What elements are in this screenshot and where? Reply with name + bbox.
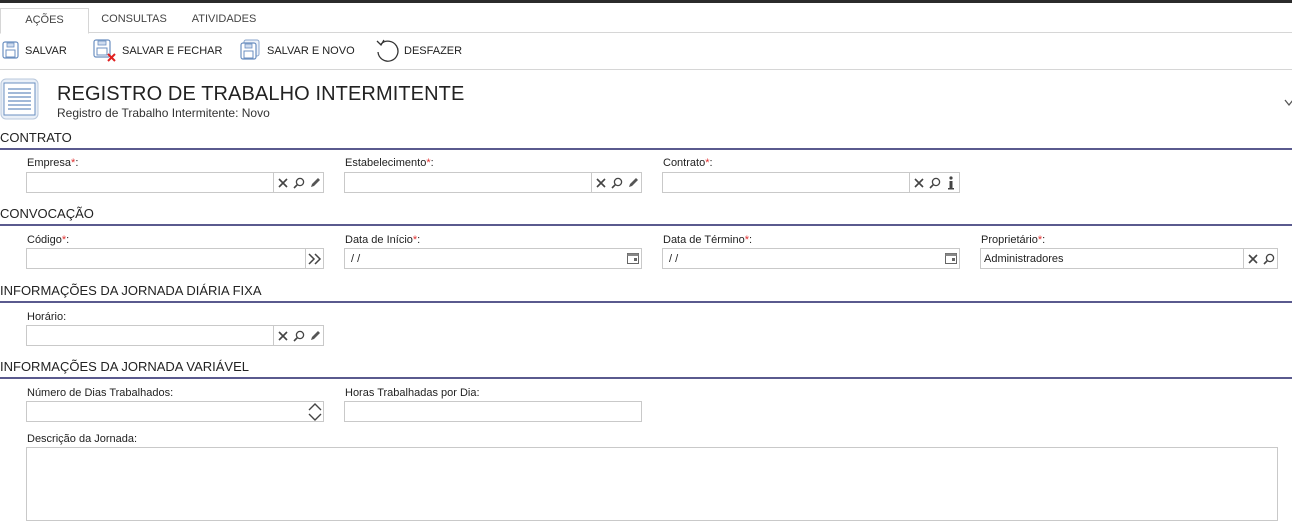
search-icon[interactable] (290, 326, 307, 345)
section-jornada-variavel: INFORMAÇÕES DA JORNADA VARIÁVEL (0, 359, 1292, 379)
label-colon: : (170, 387, 174, 399)
num-dias-label: Número de Dias Trabalhados: (27, 387, 173, 399)
label-colon: : (134, 433, 138, 445)
save-and-new-button[interactable]: SALVAR E NOVO (240, 39, 355, 63)
proprietario-field[interactable]: Administradores (980, 248, 1278, 269)
save-button[interactable]: SALVAR (2, 39, 67, 63)
save-and-close-button[interactable]: SALVAR E FECHAR (93, 38, 223, 65)
horas-dia-field[interactable] (344, 401, 642, 422)
clear-icon[interactable] (274, 326, 291, 345)
proprietario-value: Administradores (984, 253, 1064, 265)
save-icon (2, 40, 20, 63)
data-termino-field[interactable]: / / (662, 248, 960, 269)
descricao-label: Descrição da Jornada: (27, 433, 137, 445)
edit-icon[interactable] (306, 326, 323, 345)
label-colon: : (430, 157, 434, 169)
spinner-down-icon[interactable] (306, 412, 323, 422)
horas-dia-label-text: Horas Trabalhadas por Dia (345, 387, 477, 399)
clear-icon[interactable] (1244, 249, 1261, 268)
save-label: SALVAR (25, 45, 67, 57)
horario-field[interactable] (26, 325, 324, 346)
estabelecimento-label-text: Estabelecimento (345, 157, 427, 169)
codigo-label-text: Código (27, 234, 62, 246)
page-title: REGISTRO DE TRABALHO INTERMITENTE (57, 83, 465, 105)
label-colon: : (709, 157, 713, 169)
section-convocacao: CONVOCAÇÃO (0, 206, 1292, 226)
horario-label-text: Horário (27, 311, 64, 323)
section-jornada-fixa-title: INFORMAÇÕES DA JORNADA DIÁRIA FIXA (0, 283, 262, 298)
save-close-icon (93, 38, 117, 65)
num-dias-label-text: Número de Dias Trabalhados (27, 387, 171, 399)
tab-atividades[interactable]: ATIVIDADES (183, 8, 265, 33)
label-colon: : (63, 311, 67, 323)
undo-label: DESFAZER (404, 45, 463, 57)
command-toolbar: SALVAR SALVAR E FECHAR SALVAR E NOVO DES… (0, 33, 1292, 70)
estabelecimento-field[interactable] (344, 172, 642, 193)
undo-button[interactable]: DESFAZER (375, 39, 462, 63)
save-new-icon (240, 39, 262, 64)
label-colon: : (417, 234, 421, 246)
data-termino-label: Data de Término*: (663, 234, 752, 246)
search-icon[interactable] (608, 173, 625, 192)
section-contrato: CONTRATO (0, 130, 1292, 150)
form-list-icon (0, 78, 40, 120)
descricao-label-text: Descrição da Jornada (27, 433, 135, 445)
calendar-icon[interactable] (942, 249, 959, 268)
label-colon: : (1042, 234, 1046, 246)
empresa-label: Empresa*: (27, 157, 78, 169)
calendar-icon[interactable] (624, 249, 641, 268)
codigo-field[interactable] (26, 248, 324, 269)
ribbon-tabs: AÇÕES CONSULTAS ATIVIDADES (0, 3, 1292, 34)
edit-icon[interactable] (306, 173, 323, 192)
codigo-label: Código*: (27, 234, 69, 246)
section-contrato-title: CONTRATO (0, 130, 72, 145)
clear-icon[interactable] (592, 173, 609, 192)
save-and-new-label: SALVAR E NOVO (267, 45, 355, 57)
horas-dia-label: Horas Trabalhadas por Dia: (345, 387, 480, 399)
empresa-label-text: Empresa (27, 157, 72, 169)
section-convocacao-title: CONVOCAÇÃO (0, 206, 94, 221)
proprietario-label: Proprietário*: (981, 234, 1045, 246)
contrato-label: Contrato*: (663, 157, 713, 169)
spinner-up-icon[interactable] (306, 402, 323, 412)
search-icon[interactable] (290, 173, 307, 192)
num-dias-stepper[interactable] (26, 401, 324, 422)
double-chevron-icon[interactable] (306, 249, 323, 268)
data-inicio-label: Data de Início*: (345, 234, 420, 246)
estabelecimento-label: Estabelecimento*: (345, 157, 434, 169)
clear-icon[interactable] (910, 173, 927, 192)
empresa-field[interactable] (26, 172, 324, 193)
label-colon: : (749, 234, 753, 246)
proprietario-label-text: Proprietário (981, 234, 1038, 246)
save-and-close-label: SALVAR E FECHAR (122, 45, 223, 57)
data-termino-value: / / (669, 253, 679, 265)
data-termino-label-text: Data de Término (663, 234, 745, 246)
descricao-textarea[interactable] (26, 447, 1278, 521)
data-inicio-value: / / (351, 253, 361, 265)
page-subtitle: Registro de Trabalho Intermitente: Novo (57, 106, 270, 120)
tab-acoes[interactable]: AÇÕES (0, 8, 89, 34)
clear-icon[interactable] (274, 173, 291, 192)
data-inicio-field[interactable]: / / (344, 248, 642, 269)
search-icon[interactable] (1260, 249, 1277, 268)
label-colon: : (476, 387, 480, 399)
section-jornada-variavel-title: INFORMAÇÕES DA JORNADA VARIÁVEL (0, 359, 249, 374)
edit-icon[interactable] (624, 173, 641, 192)
info-icon[interactable] (942, 173, 959, 192)
contrato-field[interactable] (662, 172, 960, 193)
tab-consultas[interactable]: CONSULTAS (96, 8, 172, 33)
chevron-down-icon[interactable] (1284, 96, 1292, 110)
label-colon: : (66, 234, 70, 246)
horario-label: Horário: (27, 311, 66, 323)
section-jornada-fixa: INFORMAÇÕES DA JORNADA DIÁRIA FIXA (0, 283, 1292, 303)
search-icon[interactable] (926, 173, 943, 192)
contrato-label-text: Contrato (663, 157, 706, 169)
data-inicio-label-text: Data de Início (345, 234, 413, 246)
undo-icon (375, 37, 401, 66)
label-colon: : (75, 157, 79, 169)
